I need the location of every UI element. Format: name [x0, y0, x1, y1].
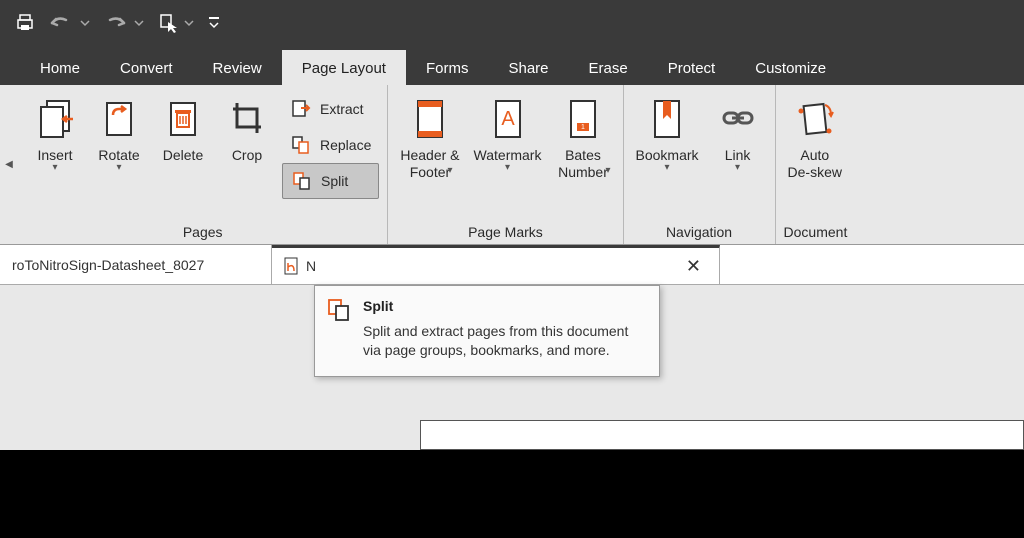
crop-label: Crop [232, 147, 262, 164]
ribbon: ◀ Insert ▾ Rotate ▾ [0, 85, 1024, 245]
document-tab-2-label: N [306, 258, 316, 274]
delete-page-icon [163, 97, 203, 141]
group-document: Auto De-skew Document [776, 85, 856, 244]
group-navigation: Bookmark ▾ Link ▾ Navigation [624, 85, 776, 244]
auto-deskew-button[interactable]: Auto De-skew [784, 91, 846, 181]
tooltip-title: Split [363, 298, 645, 314]
document-tab-1[interactable]: roToNitroSign-Datasheet_8027 [0, 245, 272, 284]
delete-button[interactable]: Delete [154, 91, 212, 164]
tab-erase[interactable]: Erase [569, 50, 648, 85]
group-page-marks-label: Page Marks [396, 222, 614, 240]
link-button[interactable]: Link ▾ [709, 91, 767, 173]
split-icon [291, 170, 313, 192]
deskew-icon [793, 97, 837, 141]
group-page-marks: Header & Footer ▾ A Watermark ▾ 1 Bates … [388, 85, 623, 244]
qat-customize-button[interactable] [208, 0, 220, 45]
dropdown-icon: ▾ [665, 162, 670, 173]
bookmark-button[interactable]: Bookmark ▾ [632, 91, 703, 173]
svg-text:1: 1 [581, 124, 585, 131]
dropdown-icon: ▾ [52, 162, 57, 173]
extract-icon [290, 98, 312, 120]
bates-number-button[interactable]: 1 Bates Number ▾ [551, 91, 614, 176]
dropdown-icon: ▾ [735, 162, 740, 173]
tab-forms[interactable]: Forms [406, 50, 489, 85]
deskew-label: Auto De-skew [788, 147, 842, 181]
ribbon-scroll-left[interactable]: ◀ [0, 85, 18, 244]
bates-icon: 1 [563, 97, 603, 141]
tab-share[interactable]: Share [488, 50, 568, 85]
group-document-label: Document [784, 222, 848, 240]
header-footer-icon [410, 97, 450, 141]
document-tab-2[interactable]: N ✕ [272, 245, 720, 284]
replace-label: Replace [320, 137, 371, 153]
watermark-icon: A [488, 97, 528, 141]
crop-button[interactable]: Crop [218, 91, 276, 164]
select-tool-button[interactable] [158, 0, 194, 45]
link-icon [718, 97, 758, 141]
tab-page-layout[interactable]: Page Layout [282, 50, 406, 85]
extract-label: Extract [320, 101, 364, 117]
document-tab-1-label: roToNitroSign-Datasheet_8027 [12, 257, 204, 273]
bates-label: Bates Number [558, 147, 608, 181]
undo-button[interactable] [50, 0, 90, 45]
split-tooltip-icon [327, 298, 351, 322]
rotate-button[interactable]: Rotate ▾ [90, 91, 148, 173]
tab-protect[interactable]: Protect [648, 50, 736, 85]
tab-convert[interactable]: Convert [100, 50, 193, 85]
group-pages: Insert ▾ Rotate ▾ Delete [18, 85, 388, 244]
group-pages-label: Pages [26, 222, 379, 240]
split-button[interactable]: Split [282, 163, 379, 199]
document-canvas[interactable] [420, 420, 1024, 450]
split-tooltip: Split Split and extract pages from this … [314, 285, 660, 377]
extract-button[interactable]: Extract [282, 91, 379, 127]
svg-text:A: A [501, 108, 515, 130]
dropdown-icon: ▾ [605, 165, 610, 176]
bottom-bar [0, 450, 1024, 538]
print-button[interactable] [14, 0, 36, 45]
document-tab-strip: roToNitroSign-Datasheet_8027 N ✕ [0, 245, 1024, 285]
pdf-file-icon [284, 257, 300, 275]
tooltip-description: Split and extract pages from this docume… [363, 322, 645, 360]
ribbon-tabs: Home Convert Review Page Layout Forms Sh… [0, 45, 1024, 85]
replace-icon [290, 134, 312, 156]
tab-customize[interactable]: Customize [735, 50, 846, 85]
bookmark-icon [647, 97, 687, 141]
insert-button[interactable]: Insert ▾ [26, 91, 84, 173]
crop-icon [227, 97, 267, 141]
redo-button[interactable] [104, 0, 144, 45]
tab-home[interactable]: Home [20, 50, 100, 85]
dropdown-icon: ▾ [447, 165, 452, 176]
replace-button[interactable]: Replace [282, 127, 379, 163]
delete-label: Delete [163, 147, 203, 164]
tab-review[interactable]: Review [193, 50, 282, 85]
dropdown-icon: ▾ [116, 162, 121, 173]
quick-access-toolbar [0, 0, 1024, 45]
dropdown-icon: ▾ [505, 162, 510, 173]
insert-pages-icon [33, 97, 77, 141]
split-label: Split [321, 173, 348, 189]
tab-close-button[interactable]: ✕ [686, 248, 701, 284]
group-navigation-label: Navigation [632, 222, 767, 240]
rotate-page-icon [99, 97, 139, 141]
header-footer-button[interactable]: Header & Footer ▾ [396, 91, 463, 176]
watermark-button[interactable]: A Watermark ▾ [470, 91, 546, 173]
